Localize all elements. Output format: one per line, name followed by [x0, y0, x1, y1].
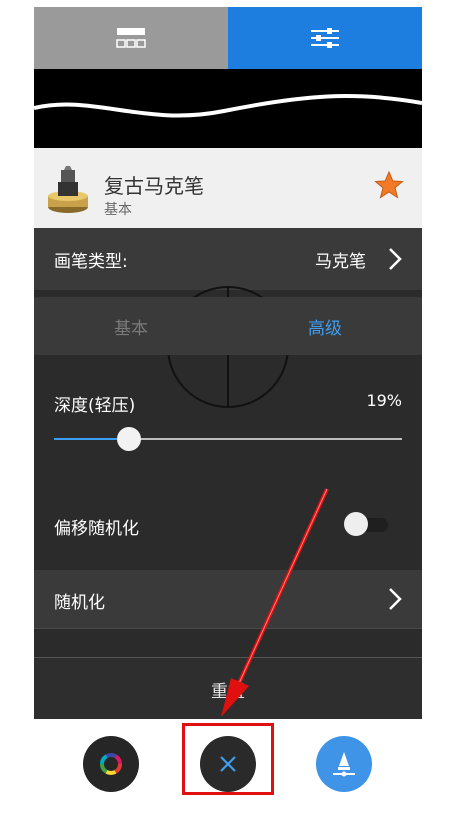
- tab-brush-settings[interactable]: [228, 7, 422, 69]
- depth-slider-track[interactable]: [54, 438, 402, 440]
- depth-slider-thumb[interactable]: [116, 427, 141, 451]
- brush-type-label: 画笔类型:: [54, 252, 128, 272]
- chevron-right-icon: [389, 588, 402, 610]
- chevron-right-icon: [389, 248, 402, 270]
- tab-brush-library[interactable]: [34, 7, 228, 69]
- color-wheel-icon: [100, 753, 122, 775]
- brush-subtitle: 基本: [104, 202, 132, 218]
- randomize-row[interactable]: 随机化: [34, 570, 422, 629]
- offset-random-label: 偏移随机化: [54, 519, 139, 539]
- tab-bar: [34, 7, 422, 69]
- bottom-toolbar: [34, 719, 422, 820]
- brush-settings-icon: [333, 752, 355, 777]
- brush-type-row[interactable]: 画笔类型: 马克笔: [34, 228, 422, 290]
- brush-grid-icon: [116, 28, 146, 48]
- stroke-preview: [34, 69, 422, 148]
- brush-type-value: 马克笔: [315, 252, 366, 272]
- segment-basic[interactable]: 基本: [34, 297, 228, 355]
- sliders-icon: [311, 28, 339, 48]
- offset-random-toggle[interactable]: [344, 512, 388, 536]
- highlight-box: [182, 723, 274, 795]
- depth-label: 深度(轻压): [54, 396, 136, 416]
- color-picker-button[interactable]: [83, 736, 139, 792]
- toggle-knob: [344, 512, 368, 536]
- brush-settings-panel: 复古马克笔 基本 画笔类型: 马克笔 基本 高级 深度(轻压) 19% 偏移随机…: [34, 7, 422, 719]
- marker-icon: [48, 166, 88, 213]
- segment-advanced[interactable]: 高级: [228, 297, 422, 355]
- stroke-preview-curve: [34, 94, 422, 118]
- reset-label: 重置: [211, 682, 245, 702]
- brush-button[interactable]: [316, 736, 372, 792]
- brush-title: 复古马克笔: [104, 174, 204, 198]
- favorite-star-icon[interactable]: [374, 170, 404, 200]
- randomize-label: 随机化: [54, 593, 105, 613]
- reset-button[interactable]: 重置: [34, 657, 422, 719]
- settings-segment-control: 基本 高级: [34, 297, 422, 355]
- depth-value: 19%: [366, 391, 402, 410]
- current-brush-row[interactable]: 复古马克笔 基本: [34, 148, 422, 228]
